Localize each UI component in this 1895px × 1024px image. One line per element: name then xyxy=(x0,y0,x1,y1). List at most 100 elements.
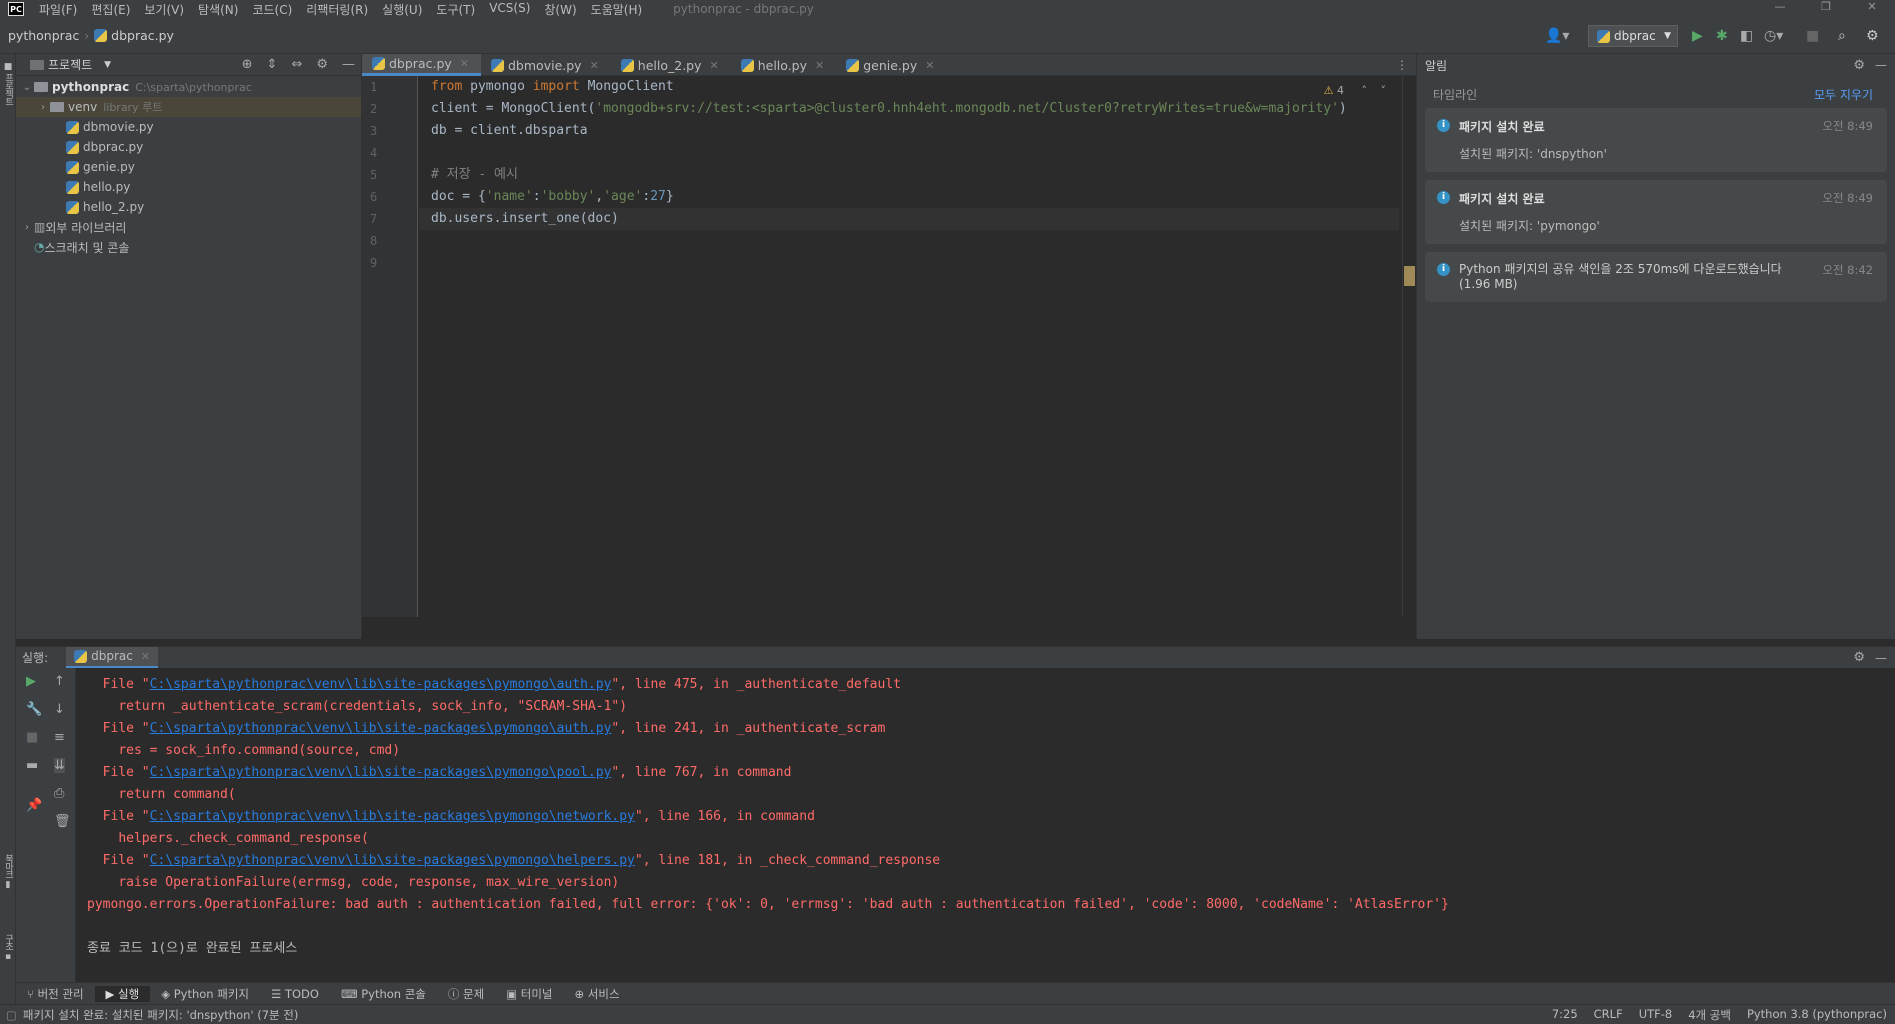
locate-icon[interactable]: ⊕ xyxy=(242,57,253,72)
tree-item[interactable]: ◔ 스크래치 및 콘솔 xyxy=(16,237,361,257)
trash-icon[interactable]: 🗑 xyxy=(54,814,71,829)
stop-icon[interactable]: ■ xyxy=(1806,28,1819,44)
code-line[interactable]: doc = {'name':'bobby','age':27} xyxy=(419,186,1399,208)
breadcrumb-file[interactable]: dbprac.py xyxy=(111,28,174,43)
close-tab-icon[interactable]: ✕ xyxy=(460,57,469,70)
gear-icon[interactable]: ⚙ xyxy=(1853,58,1865,73)
debug-icon[interactable]: ✱ xyxy=(1716,28,1728,44)
code-line[interactable] xyxy=(419,252,1399,274)
minimize-icon[interactable]: — xyxy=(1757,0,1803,13)
code-line[interactable] xyxy=(419,230,1399,252)
coverage-icon[interactable]: ◧ xyxy=(1740,28,1753,44)
hide-icon[interactable]: — xyxy=(1875,58,1887,72)
chevron-icon[interactable]: › xyxy=(36,102,50,113)
collapse-all-icon[interactable]: ⇔ xyxy=(291,57,302,72)
cursor-position[interactable]: 7:25 xyxy=(1552,1007,1578,1023)
tree-item[interactable]: dbmovie.py xyxy=(16,117,361,137)
chevron-down-icon[interactable]: ˅ xyxy=(1381,84,1387,97)
bottom-tab[interactable]: ▣ 터미널 xyxy=(495,986,563,1002)
close-tab-icon[interactable]: ✕ xyxy=(141,650,150,663)
menu-item[interactable]: 창(W) xyxy=(537,1,583,18)
pin-icon[interactable]: 📌 xyxy=(26,798,42,813)
print-icon[interactable]: ⎙ xyxy=(54,786,64,801)
rerun-icon[interactable]: ▶ xyxy=(26,674,36,689)
tree-item[interactable]: › ▥ 외부 라이브러리 xyxy=(16,217,361,237)
bottom-tab[interactable]: ⓘ 문제 xyxy=(437,986,495,1002)
warning-indicator[interactable]: ⚠ 4 ˄ ˅ xyxy=(1324,84,1386,97)
stop-icon[interactable]: ■ xyxy=(26,730,38,745)
notification-card[interactable]: i 패키지 설치 완료 오전 8:49 설치된 패키지: 'dnspython' xyxy=(1425,108,1887,172)
notification-card[interactable]: i 패키지 설치 완료 오전 8:49 설치된 패키지: 'pymongo' xyxy=(1425,180,1887,244)
soft-wrap-icon[interactable]: ≡ xyxy=(54,730,65,745)
breadcrumb-project[interactable]: pythonprac xyxy=(0,28,79,43)
close-tab-icon[interactable]: ✕ xyxy=(815,59,824,72)
close-tab-icon[interactable]: ✕ xyxy=(925,59,934,72)
tree-item[interactable]: hello_2.py xyxy=(16,197,361,217)
restore-icon[interactable]: ❐ xyxy=(1803,0,1849,13)
chevron-icon[interactable]: ⌄ xyxy=(20,82,34,93)
menu-item[interactable]: 도구(T) xyxy=(429,1,482,18)
menu-item[interactable]: 리팩터링(R) xyxy=(299,1,375,18)
expand-all-icon[interactable]: ⇕ xyxy=(267,57,278,72)
project-tool-tab[interactable]: ■ 프로젝트 xyxy=(1,62,15,105)
close-window-icon[interactable]: ✕ xyxy=(1849,0,1895,13)
menu-item[interactable]: 탐색(N) xyxy=(191,1,245,18)
run-config-select[interactable]: dbprac ▼ xyxy=(1588,25,1678,47)
chevron-up-icon[interactable]: ˄ xyxy=(1362,84,1368,97)
file-encoding[interactable]: UTF-8 xyxy=(1639,1007,1673,1023)
editor-tab[interactable]: dbmovie.py ✕ xyxy=(481,54,611,76)
profile-icon[interactable]: ◷▾ xyxy=(1764,28,1783,44)
menu-item[interactable]: 편집(E) xyxy=(84,1,137,18)
bookmarks-tool-tab[interactable]: 북마크 ▮ xyxy=(1,854,15,889)
menu-item[interactable]: 파일(F) xyxy=(32,1,84,18)
close-tab-icon[interactable]: ✕ xyxy=(590,59,599,72)
indent-setting[interactable]: 4개 공백 xyxy=(1688,1007,1731,1023)
bottom-tab[interactable]: ▶ 실행 xyxy=(94,985,151,1002)
run-console[interactable]: File "C:\sparta\pythonprac\venv\lib\site… xyxy=(76,668,1895,982)
menu-item[interactable]: 보기(V) xyxy=(137,1,191,18)
menu-item[interactable]: 도움말(H) xyxy=(584,1,650,18)
notification-card[interactable]: i Python 패키지의 공유 색인을 2조 570ms에 다운로드했습니다(1… xyxy=(1425,252,1887,302)
hide-icon[interactable]: — xyxy=(1875,651,1887,665)
editor-tab[interactable]: hello.py ✕ xyxy=(731,54,837,76)
status-panel-icon[interactable]: ▢ xyxy=(0,1008,17,1022)
tree-item[interactable]: hello.py xyxy=(16,177,361,197)
menu-item[interactable]: 코드(C) xyxy=(245,1,299,18)
arrow-up-icon[interactable]: ↑ xyxy=(54,674,65,689)
gear-icon[interactable]: ⚙ xyxy=(1853,650,1865,665)
code-line[interactable]: # 저장 - 예시 xyxy=(419,164,1399,186)
bottom-tab[interactable]: ⌨ Python 콘솔 xyxy=(330,986,437,1002)
code-line[interactable] xyxy=(419,142,1399,164)
editor-tab[interactable]: dbprac.py ✕ xyxy=(362,54,481,76)
python-interpreter[interactable]: Python 3.8 (pythonprac) xyxy=(1747,1007,1887,1023)
file-link[interactable]: C:\sparta\pythonprac\venv\lib\site-packa… xyxy=(150,677,612,692)
bottom-tab[interactable]: ◈ Python 패키지 xyxy=(150,986,260,1002)
hide-icon[interactable]: — xyxy=(342,57,355,72)
bottom-tab[interactable]: ⑂ 버전 관리 xyxy=(16,986,95,1002)
menu-item[interactable]: VCS(S) xyxy=(482,1,537,18)
line-separator[interactable]: CRLF xyxy=(1594,1007,1623,1023)
arrow-down-icon[interactable]: ↓ xyxy=(54,702,65,717)
run-tab[interactable]: dbprac ✕ xyxy=(66,646,159,669)
file-link[interactable]: C:\sparta\pythonprac\venv\lib\site-packa… xyxy=(150,809,635,824)
structure-tool-tab[interactable]: 구조 ▪ xyxy=(1,934,15,961)
tree-item[interactable]: › venv library 루트 xyxy=(16,97,361,117)
user-icon[interactable]: 👤▾ xyxy=(1545,28,1569,44)
editor-tab[interactable]: genie.py ✕ xyxy=(836,54,946,76)
tree-item[interactable]: ⌄ pythonprac C:\sparta\pythonprac xyxy=(16,77,361,97)
file-link[interactable]: C:\sparta\pythonprac\venv\lib\site-packa… xyxy=(150,721,612,736)
gear-icon[interactable]: ⚙ xyxy=(316,57,328,72)
bottom-tab[interactable]: ☰ TODO xyxy=(260,987,330,1001)
clear-all-link[interactable]: 모두 지우기 xyxy=(1814,86,1873,106)
tree-item[interactable]: dbprac.py xyxy=(16,137,361,157)
scroll-end-icon[interactable]: ⇊ xyxy=(54,758,65,773)
code-line[interactable]: db = client.dbsparta xyxy=(419,120,1399,142)
more-tabs-icon[interactable]: ⋮ xyxy=(1396,54,1416,75)
code-area[interactable]: from pymongo import MongoClient client = … xyxy=(419,76,1399,274)
settings-icon[interactable]: ⚙ xyxy=(1866,28,1879,44)
status-message[interactable]: 패키지 설치 완료: 설치된 패키지: 'dnspython' (7분 전) xyxy=(17,1007,298,1023)
wrench-icon[interactable]: 🔧 xyxy=(26,702,42,717)
code-line[interactable]: from pymongo import MongoClient xyxy=(419,76,1399,98)
file-link[interactable]: C:\sparta\pythonprac\venv\lib\site-packa… xyxy=(150,853,635,868)
project-panel-title[interactable]: 프로젝트 xyxy=(48,56,92,73)
